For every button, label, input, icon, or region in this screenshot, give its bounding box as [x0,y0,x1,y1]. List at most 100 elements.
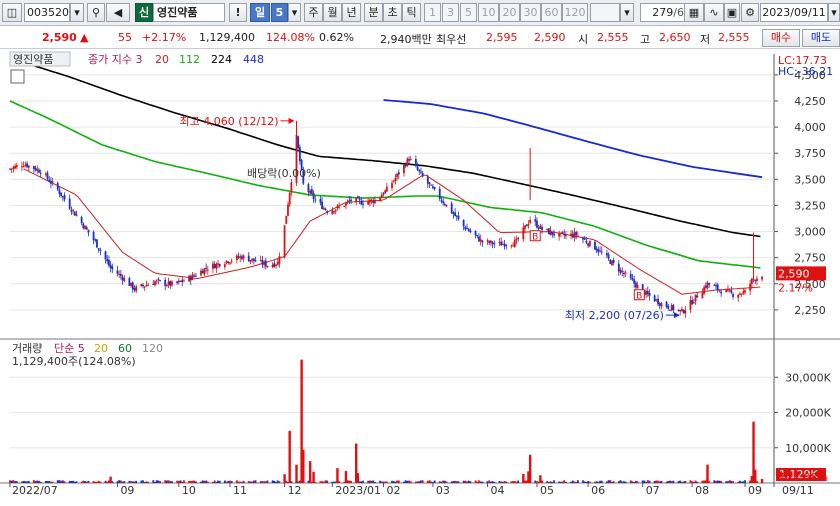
low-price: 2,555 [718,31,750,44]
x-tick-label: 08 [695,484,709,497]
period-button-second[interactable]: 초 [383,3,402,22]
interval-30[interactable]: 30 [520,3,541,22]
x-tick-label: 12 [288,484,302,497]
period-number[interactable]: 5 [271,3,288,22]
volume-bar [44,481,47,483]
volume-bar [571,480,574,483]
candle-body [715,285,717,287]
period-button-month[interactable]: 월 [323,3,342,22]
candle-body [212,263,214,269]
price-tick-label: 3,250 [794,199,826,212]
candle-body [164,279,167,286]
candle-body [314,199,317,201]
candle-body [130,282,132,286]
candle-body [466,228,468,230]
volume-bar [428,480,431,483]
period-button-minute[interactable]: 분 [364,3,383,22]
volume-bar [403,481,405,483]
volume-bar [558,481,561,483]
candle-body [157,279,160,281]
volume-bar [94,481,97,483]
interval-10[interactable]: 10 [478,3,499,22]
volume-bar [237,481,240,483]
volume-bar [189,481,192,483]
volume-bar [418,481,421,483]
volume-bar [478,480,480,483]
settings-icon[interactable]: ⚙ [741,3,759,22]
save-icon[interactable]: ▣ [724,3,740,22]
volume-bar [203,480,206,483]
period-number-dropdown-icon[interactable]: ▾ [288,3,301,22]
candle-body [94,239,97,241]
volume-bar [677,481,680,483]
chart-menu-icon[interactable]: ◫ [2,3,22,22]
candle-body [553,233,555,236]
date-input[interactable]: 2023/09/11 [760,3,828,22]
volume-bar [39,481,42,483]
candle-body [469,230,472,233]
stock-chart[interactable]: 4,5004,2504,0003,7503,5003,2503,0002,750… [0,50,840,506]
volume-bar [408,480,410,483]
candle-body [242,255,245,259]
interval-60[interactable]: 60 [541,3,562,22]
volume-bar [164,480,167,483]
search-icon[interactable]: ⚲ [87,3,105,22]
candle-body [645,291,647,295]
volume-bar [394,481,397,483]
sell-button[interactable]: 매도 [802,29,840,47]
candle-body [154,281,156,286]
candle-body [670,304,673,311]
candle-body [450,203,453,214]
price-change: 55 [118,31,132,44]
price-tick-label: 2,750 [794,252,826,265]
volume-peak-bar [754,469,757,483]
candle-body [108,259,110,266]
period-button-tick[interactable]: 틱 [402,3,421,22]
high-label: 고 [640,33,651,46]
volume-bar [167,480,170,483]
candle-body [438,188,441,200]
interval-120[interactable]: 120 [562,3,588,22]
period-button-year[interactable]: 년 [342,3,361,22]
interval-5[interactable]: 5 [460,3,477,22]
volume-bar [271,480,274,483]
volume-bar [396,480,399,483]
volume-bar [123,481,126,483]
interval-dropdown-icon[interactable]: ▾ [620,3,634,22]
stock-code-input[interactable]: 003520 [24,3,70,22]
interval-20[interactable]: 20 [499,3,520,22]
buy-button[interactable]: 매수 [762,29,800,47]
candle-body [633,279,636,284]
grid-icon[interactable]: ▦ [684,3,704,22]
period-button-week[interactable]: 주 [304,3,323,22]
interval-1[interactable]: 1 [424,3,441,22]
candle-body [658,303,661,306]
candle-body [547,228,550,235]
volume-bar [553,480,555,483]
volume-bar [611,481,613,483]
period-button-day[interactable]: 일 [250,3,270,22]
candle-body [72,210,74,212]
volume-bar [701,480,704,483]
alert-button[interactable]: ! [229,3,247,22]
interval-3[interactable]: 3 [442,3,459,22]
code-dropdown-icon[interactable]: ▾ [70,3,84,22]
volume-bar [409,481,412,483]
price-tick-label: 2,250 [794,304,826,317]
chart-type-icon[interactable]: ∿ [704,3,724,22]
candle-body [428,182,431,185]
date-dropdown-icon[interactable]: ▾ [828,3,840,22]
speaker-icon[interactable]: ◀ [106,3,130,22]
candle-body [310,189,313,194]
candle-body [278,256,281,264]
candle-body [595,248,598,251]
interval-custom-input[interactable] [590,3,620,22]
volume-bar [116,481,119,483]
current-volume-pct: 124.08% [779,471,828,484]
candle-body [490,240,492,243]
candle-body [740,293,743,295]
x-tick-label: 09/11 [782,484,814,497]
volume-bar [333,481,335,483]
candle-body [97,248,100,250]
volume-peak-bar [760,479,764,483]
